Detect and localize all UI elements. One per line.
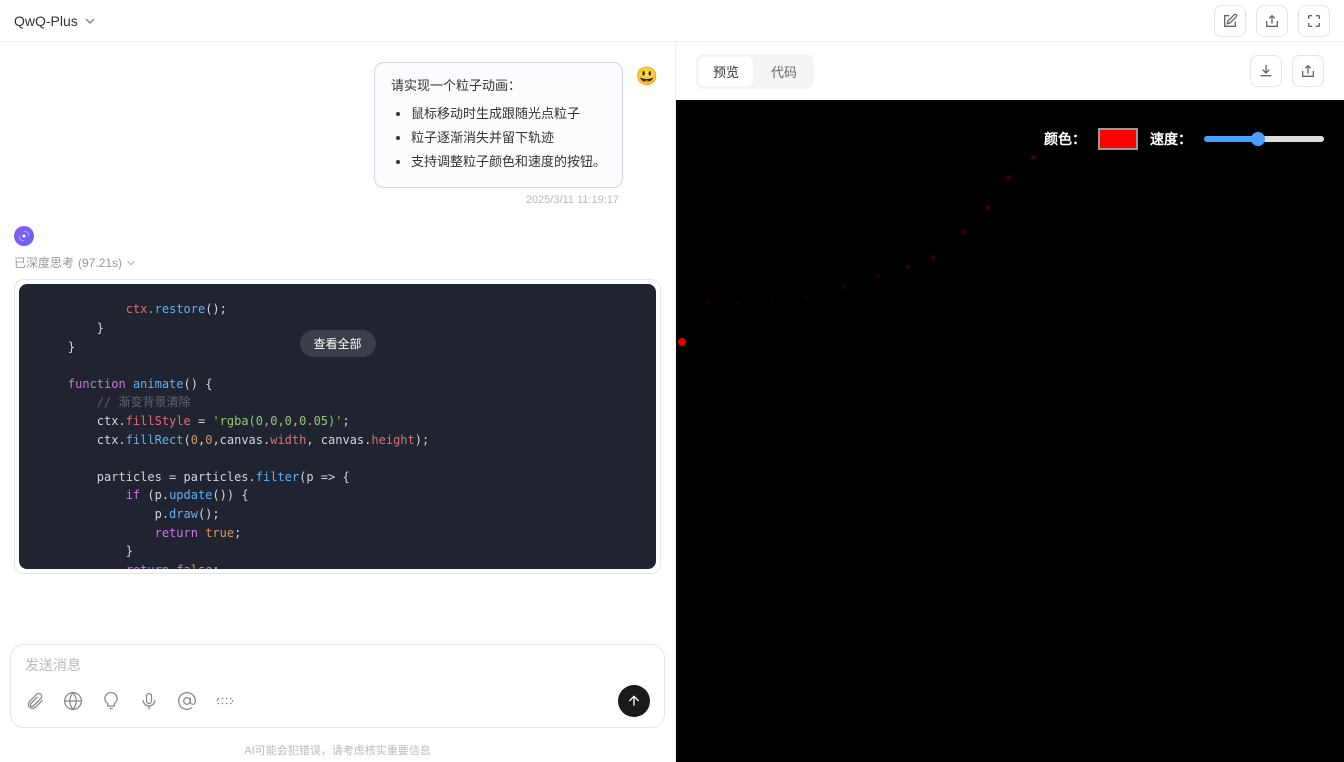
particle	[736, 302, 739, 305]
model-name: QwQ-Plus	[14, 13, 78, 29]
color-label: 颜色：	[1044, 129, 1086, 149]
tab-preview[interactable]: 预览	[699, 57, 753, 86]
chevron-down-icon	[126, 258, 136, 268]
list-item: 鼠标移动时生成跟随光点粒子	[411, 103, 606, 125]
particle	[841, 285, 845, 289]
header-actions	[1214, 5, 1330, 37]
particle	[931, 255, 936, 260]
particle	[961, 230, 966, 235]
user-message-intro: 请实现一个粒子动画：	[391, 75, 606, 97]
message-list: 请实现一个粒子动画： 鼠标移动时生成跟随光点粒子 粒子逐渐消失并留下轨迹 支持调…	[0, 42, 675, 644]
thought-icon[interactable]	[101, 691, 121, 711]
particle	[906, 265, 910, 269]
expand-button[interactable]	[1298, 5, 1330, 37]
chat-input-container	[10, 644, 665, 728]
particle	[706, 300, 709, 303]
user-message-bubble: 请实现一个粒子动画： 鼠标移动时生成跟随光点粒子 粒子逐渐消失并留下轨迹 支持调…	[374, 62, 623, 188]
user-message-list: 鼠标移动时生成跟随光点粒子 粒子逐渐消失并留下轨迹 支持调整粒子颜色和速度的按钮…	[391, 103, 606, 173]
download-button[interactable]	[1250, 55, 1282, 87]
thinking-label: 已深度思考	[14, 254, 74, 271]
particle	[678, 338, 686, 346]
edit-button[interactable]	[1214, 5, 1246, 37]
more-icon[interactable]	[215, 691, 235, 711]
particle	[876, 275, 880, 279]
send-button[interactable]	[618, 685, 650, 717]
chat-pane: 请实现一个粒子动画： 鼠标移动时生成跟随光点粒子 粒子逐渐消失并留下轨迹 支持调…	[0, 42, 675, 762]
main-content: 请实现一个粒子动画： 鼠标移动时生成跟随光点粒子 粒子逐渐消失并留下轨迹 支持调…	[0, 42, 1344, 762]
particle	[1006, 175, 1011, 180]
code-block: ctx.restore(); } } function animate() { …	[19, 284, 656, 569]
app-header: QwQ-Plus	[0, 0, 1344, 42]
list-item: 支持调整粒子颜色和速度的按钮。	[411, 151, 606, 173]
message-timestamp: 2025/3/11 11:19:17	[14, 194, 619, 206]
code-response-card: 查看全部 ctx.restore(); } } function animate…	[14, 279, 661, 574]
particle	[1031, 155, 1036, 160]
share-preview-button[interactable]	[1292, 55, 1324, 87]
color-picker[interactable]	[1098, 128, 1138, 150]
user-message-row: 请实现一个粒子动画： 鼠标移动时生成跟随光点粒子 粒子逐渐消失并留下轨迹 支持调…	[14, 62, 661, 188]
model-selector[interactable]: QwQ-Plus	[14, 13, 96, 29]
tool-row	[25, 691, 235, 711]
speed-label: 速度：	[1150, 129, 1192, 149]
particle	[986, 205, 991, 210]
show-all-button[interactable]: 查看全部	[299, 330, 375, 357]
mention-icon[interactable]	[177, 691, 197, 711]
slider-thumb[interactable]	[1251, 132, 1265, 146]
thinking-indicator[interactable]: 已深度思考 (97.21s)	[14, 254, 661, 271]
chevron-down-icon	[84, 15, 96, 27]
thinking-duration: (97.21s)	[78, 256, 122, 270]
particle	[806, 295, 809, 298]
input-toolbar	[25, 685, 650, 717]
particle	[771, 300, 774, 303]
ai-avatar	[14, 226, 34, 246]
mic-icon[interactable]	[139, 691, 159, 711]
preview-tabs: 预览 代码	[696, 54, 814, 89]
list-item: 粒子逐渐消失并留下轨迹	[411, 127, 606, 149]
chat-input[interactable]	[25, 657, 650, 673]
globe-icon[interactable]	[63, 691, 83, 711]
preview-pane: 预览 代码 颜色： 速度：	[675, 42, 1344, 762]
preview-header: 预览 代码	[676, 42, 1344, 100]
particle-controls: 颜色： 速度：	[1044, 128, 1324, 150]
user-avatar: 😃	[633, 62, 661, 90]
preview-canvas[interactable]: 颜色： 速度：	[676, 100, 1344, 762]
speed-slider[interactable]	[1204, 136, 1324, 142]
attach-icon[interactable]	[25, 691, 45, 711]
tab-code[interactable]: 代码	[757, 57, 811, 86]
disclaimer-text: AI可能会犯错误，请考虑核实重要信息	[0, 742, 675, 762]
share-button[interactable]	[1256, 5, 1288, 37]
preview-actions	[1250, 55, 1324, 87]
